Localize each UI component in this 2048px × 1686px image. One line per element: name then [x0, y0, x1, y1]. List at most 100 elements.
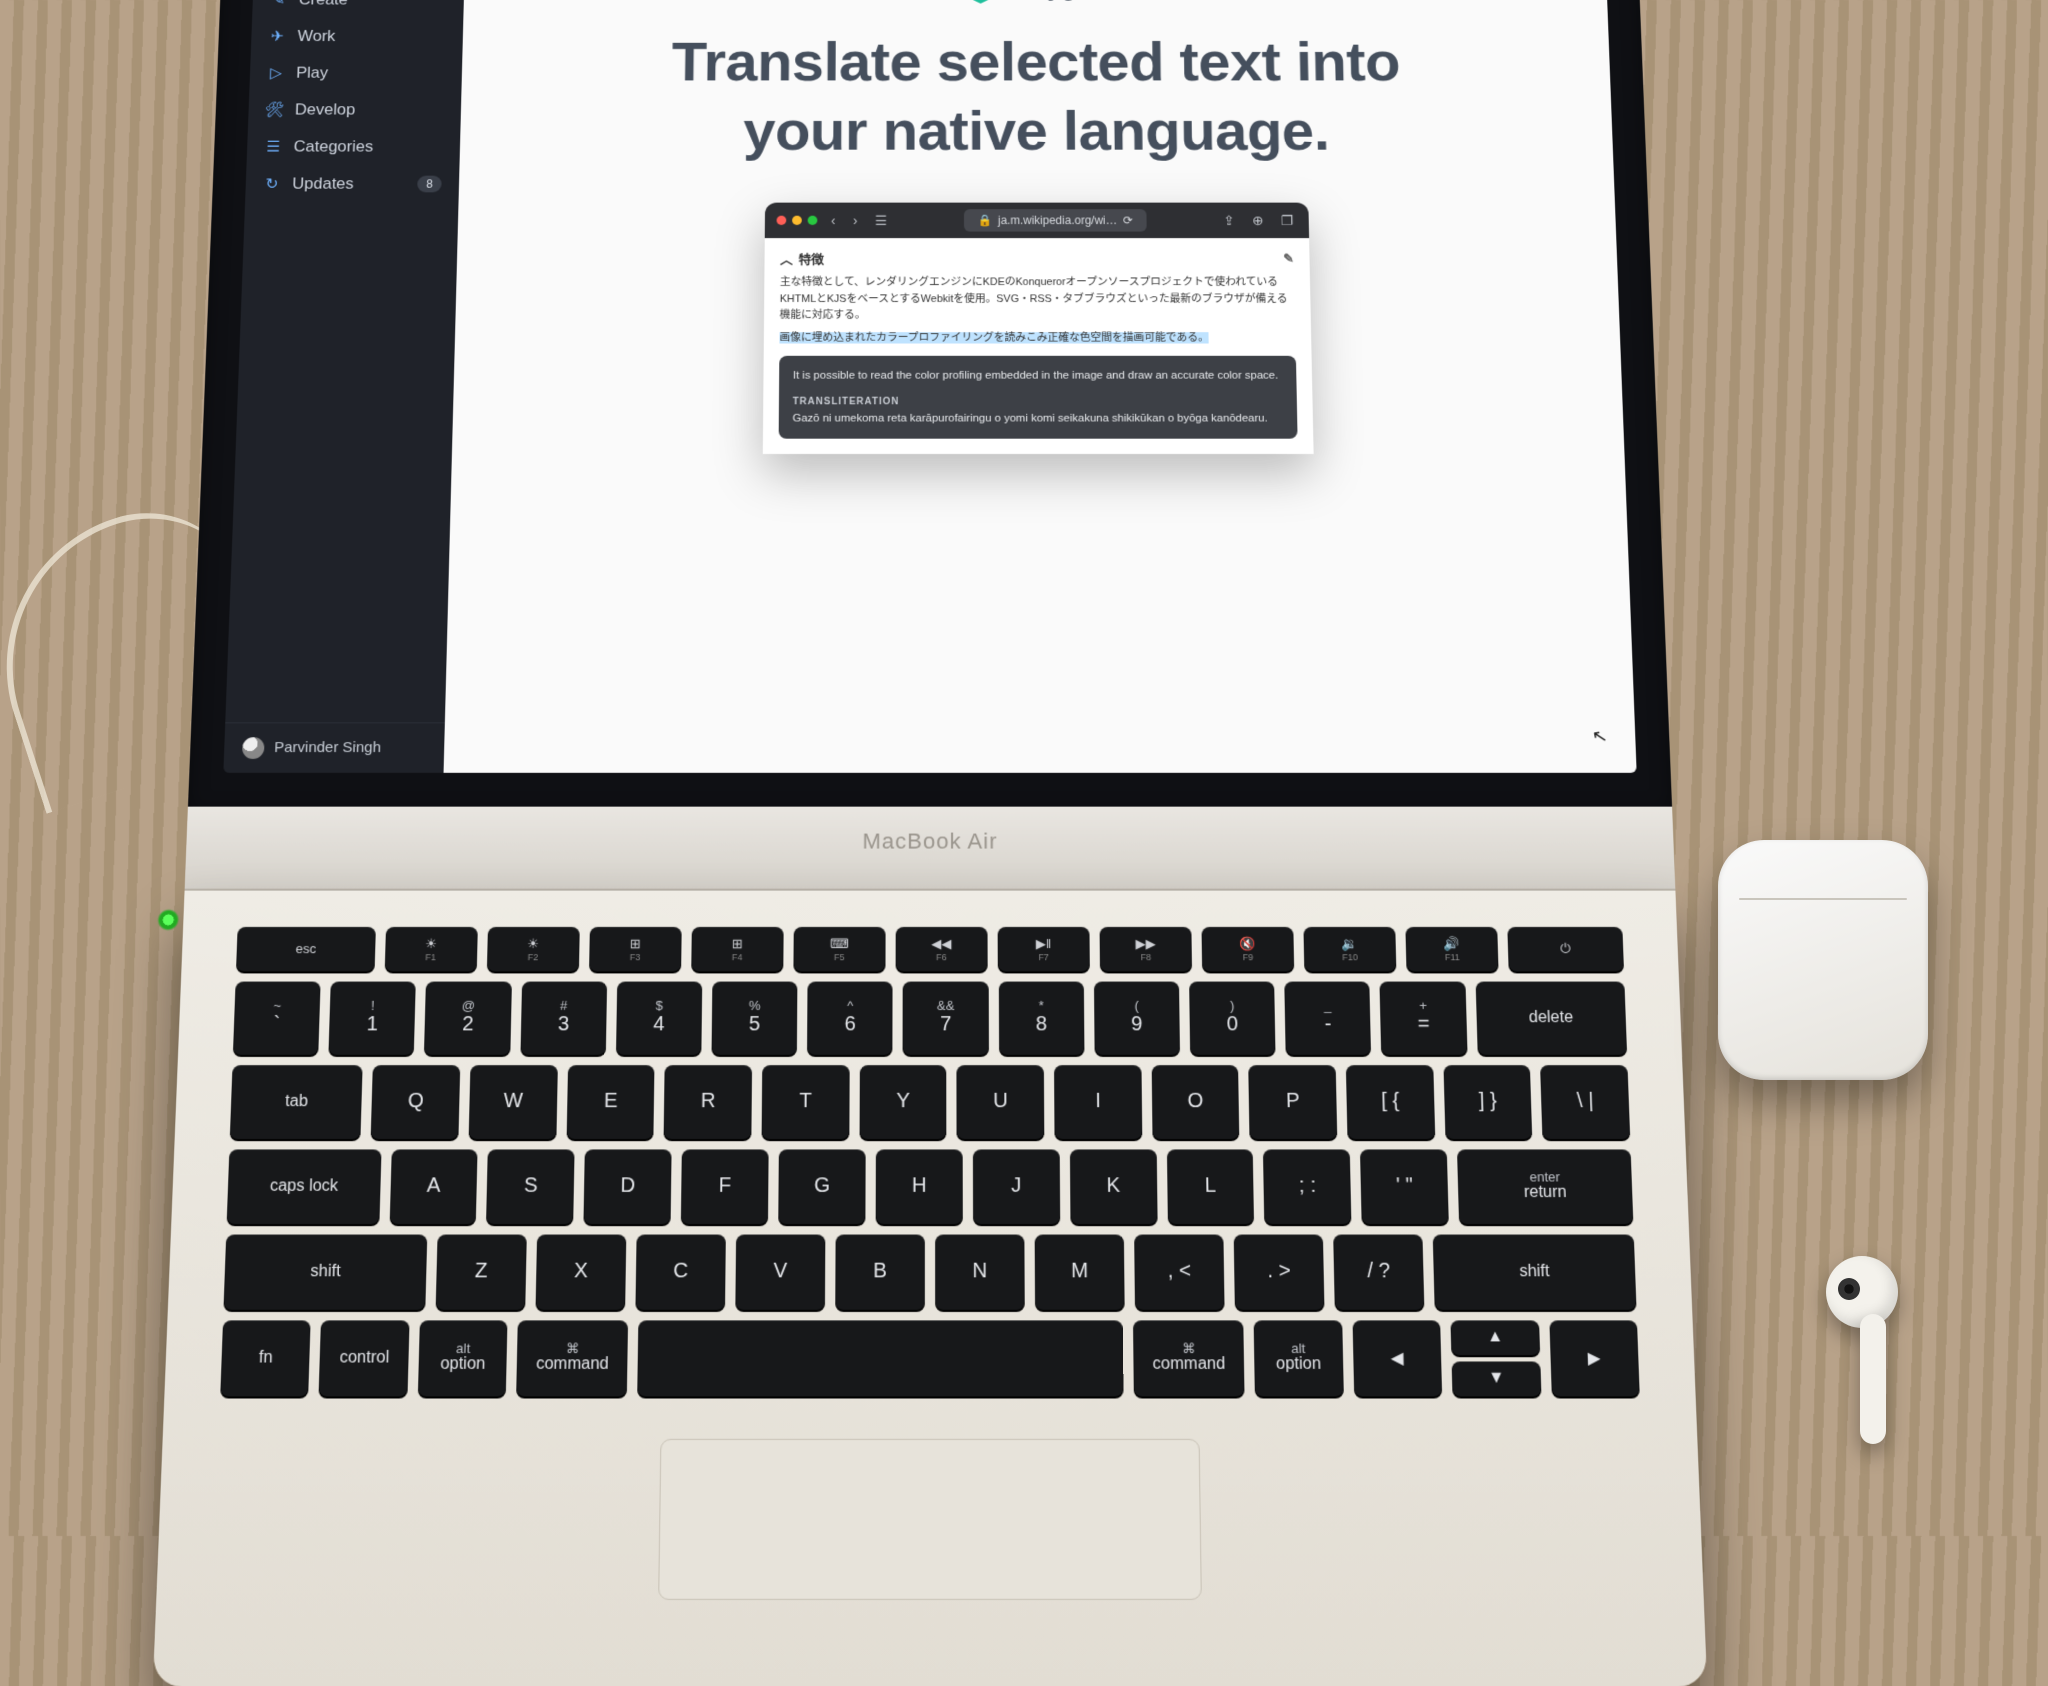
- key[interactable]: ◀◀F6: [895, 926, 987, 970]
- arrow-keys[interactable]: ▲▼: [1450, 1320, 1541, 1396]
- key[interactable]: 🔊F11: [1405, 926, 1498, 970]
- key[interactable]: *8: [998, 981, 1084, 1054]
- key[interactable]: @2: [424, 981, 511, 1054]
- key[interactable]: [637, 1320, 1123, 1396]
- zoom-icon[interactable]: [808, 216, 818, 225]
- key[interactable]: &&7: [903, 981, 989, 1054]
- key[interactable]: O: [1151, 1065, 1239, 1139]
- key[interactable]: U: [957, 1065, 1045, 1139]
- sidebar-item-create[interactable]: ✎ Create: [252, 0, 464, 18]
- key[interactable]: shift: [223, 1234, 427, 1309]
- key[interactable]: G: [778, 1149, 865, 1224]
- key[interactable]: ^6: [807, 981, 893, 1054]
- key[interactable]: A: [389, 1149, 478, 1224]
- key[interactable]: 🔇F9: [1201, 926, 1294, 970]
- key[interactable]: B: [835, 1234, 925, 1309]
- key[interactable]: H: [876, 1149, 963, 1224]
- sidebar-user[interactable]: Parvinder Singh: [223, 722, 445, 772]
- key[interactable]: delete: [1475, 981, 1627, 1054]
- key[interactable]: 🔉F10: [1303, 926, 1396, 970]
- key[interactable]: E: [566, 1065, 655, 1139]
- close-icon[interactable]: [777, 216, 787, 225]
- minimize-icon[interactable]: [792, 216, 802, 225]
- key[interactable]: ◀: [1352, 1320, 1442, 1396]
- sidebar-item-work[interactable]: ✈ Work: [251, 18, 464, 55]
- key[interactable]: I: [1054, 1065, 1142, 1139]
- sidebar-item-play[interactable]: ▷ Play: [249, 55, 462, 92]
- key[interactable]: ⊞F4: [691, 926, 783, 970]
- key[interactable]: +=: [1380, 981, 1467, 1054]
- forward-icon[interactable]: ›: [849, 213, 861, 228]
- url-bar[interactable]: 🔒 ja.m.wikipedia.org/wi… ⟳: [964, 209, 1146, 231]
- key[interactable]: ☀F1: [384, 926, 477, 970]
- key[interactable]: Y: [859, 1065, 946, 1139]
- key[interactable]: D: [584, 1149, 672, 1224]
- key[interactable]: . >: [1234, 1234, 1325, 1309]
- wiki-section-header[interactable]: ︿ 特徴 ✎: [780, 249, 1294, 267]
- key[interactable]: ⊞F3: [589, 926, 682, 970]
- key[interactable]: ⏻: [1507, 926, 1624, 970]
- window-controls[interactable]: [777, 216, 818, 225]
- key[interactable]: ⌘command: [1133, 1320, 1244, 1396]
- key[interactable]: esc: [236, 926, 375, 970]
- key[interactable]: P: [1249, 1065, 1338, 1139]
- key[interactable]: Q: [371, 1065, 460, 1139]
- sidebar-item-updates[interactable]: ↻ Updates 8: [245, 165, 459, 202]
- key[interactable]: ' ": [1360, 1149, 1449, 1224]
- key[interactable]: #3: [520, 981, 607, 1054]
- key[interactable]: ] }: [1443, 1065, 1532, 1139]
- key[interactable]: enterreturn: [1457, 1149, 1633, 1224]
- new-tab-icon[interactable]: ⊕: [1248, 212, 1267, 228]
- key[interactable]: ⌨F5: [793, 926, 885, 970]
- key[interactable]: ; :: [1263, 1149, 1351, 1224]
- key[interactable]: tab: [230, 1065, 363, 1139]
- key[interactable]: !1: [329, 981, 417, 1054]
- key[interactable]: ~`: [233, 981, 321, 1054]
- key[interactable]: V: [735, 1234, 825, 1309]
- key[interactable]: L: [1166, 1149, 1254, 1224]
- key[interactable]: _-: [1285, 981, 1372, 1054]
- key[interactable]: ▶‖F7: [997, 926, 1089, 970]
- key[interactable]: Z: [435, 1234, 526, 1309]
- key[interactable]: X: [535, 1234, 626, 1309]
- share-icon[interactable]: ⇪: [1219, 212, 1238, 228]
- key[interactable]: )0: [1189, 981, 1276, 1054]
- key[interactable]: S: [486, 1149, 574, 1224]
- key[interactable]: ▼: [1452, 1361, 1541, 1396]
- key[interactable]: control: [319, 1320, 410, 1396]
- key[interactable]: / ?: [1333, 1234, 1424, 1309]
- key[interactable]: fn: [220, 1320, 311, 1396]
- key[interactable]: N: [935, 1234, 1025, 1309]
- reload-icon[interactable]: ⟳: [1123, 214, 1133, 227]
- edit-icon[interactable]: ✎: [1283, 251, 1294, 266]
- key[interactable]: , <: [1134, 1234, 1224, 1309]
- key[interactable]: %5: [712, 981, 798, 1054]
- key[interactable]: ☀F2: [487, 926, 580, 970]
- key[interactable]: J: [973, 1149, 1060, 1224]
- key[interactable]: caps lock: [227, 1149, 381, 1224]
- key[interactable]: ⌘command: [517, 1320, 629, 1396]
- key[interactable]: shift: [1433, 1234, 1637, 1309]
- key[interactable]: altoption: [418, 1320, 508, 1396]
- sidebar-item-develop[interactable]: 🛠 Develop: [248, 91, 462, 128]
- key[interactable]: (9: [1094, 981, 1180, 1054]
- key[interactable]: [ {: [1346, 1065, 1435, 1139]
- key[interactable]: C: [635, 1234, 725, 1309]
- key[interactable]: \ |: [1540, 1065, 1630, 1139]
- key[interactable]: ▶▶F8: [1099, 926, 1192, 970]
- key[interactable]: ▶: [1549, 1320, 1640, 1396]
- key[interactable]: R: [664, 1065, 752, 1139]
- tabs-icon[interactable]: ❐: [1277, 212, 1297, 228]
- key[interactable]: altoption: [1254, 1320, 1344, 1396]
- sidebar-item-categories[interactable]: ☰ Categories: [247, 128, 461, 165]
- trackpad[interactable]: [658, 1438, 1202, 1599]
- key[interactable]: M: [1035, 1234, 1125, 1309]
- back-icon[interactable]: ‹: [827, 213, 839, 228]
- key[interactable]: W: [469, 1065, 558, 1139]
- keyboard[interactable]: esc☀F1☀F2⊞F3⊞F4⌨F5◀◀F6▶‖F7▶▶F8🔇F9🔉F10🔊F1…: [220, 926, 1640, 1395]
- sidebar-icon[interactable]: ☰: [871, 212, 891, 228]
- key[interactable]: F: [681, 1149, 769, 1224]
- key[interactable]: $4: [616, 981, 702, 1054]
- key[interactable]: K: [1070, 1149, 1158, 1224]
- key[interactable]: ▲: [1450, 1320, 1539, 1355]
